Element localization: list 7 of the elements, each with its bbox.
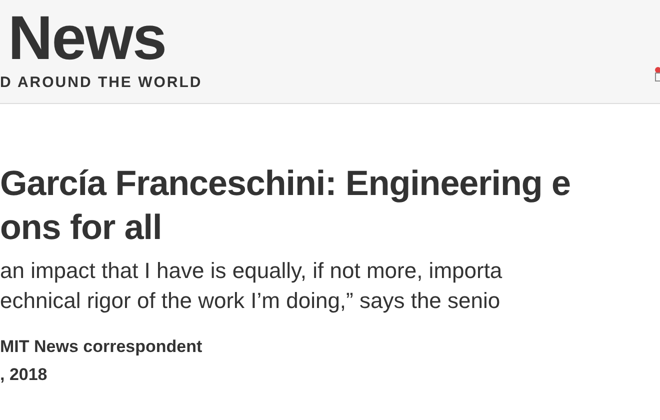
byline: MIT News correspondent	[0, 336, 202, 358]
site-logo[interactable]: News	[8, 6, 166, 72]
site-tagline: D AROUND THE WORLD	[0, 74, 202, 92]
publish-date: , 2018	[0, 364, 48, 386]
notification-icon[interactable]	[654, 66, 660, 82]
article-subtitle: an impact that I have is equally, if not more, importa echnical rigor of the work I’m doing,” says the senio	[0, 257, 502, 315]
article-title: García Franceschini: Engineering e ons for all	[0, 163, 570, 249]
